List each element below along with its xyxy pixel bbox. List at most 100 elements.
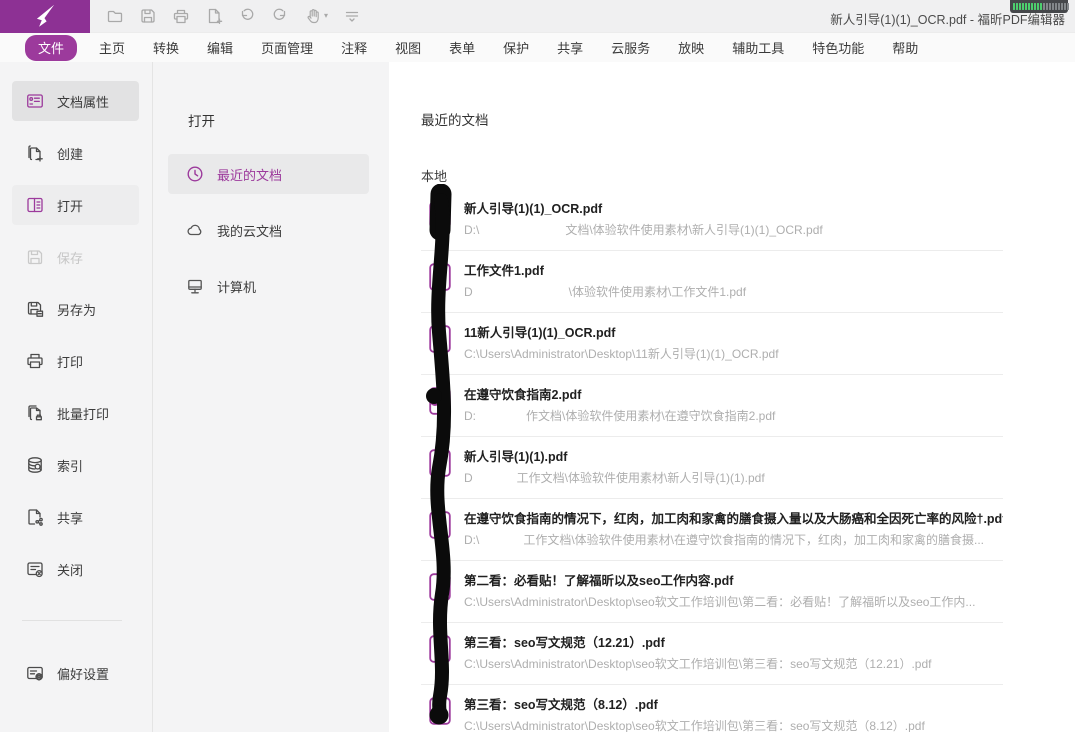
meter-bar [1031, 3, 1033, 10]
tab-help[interactable]: 帮助 [878, 34, 932, 61]
open-item-cloud-documents[interactable]: 我的云文档 [168, 210, 369, 250]
clock-icon [186, 165, 204, 183]
meter-bar [1055, 3, 1057, 10]
open-panel-title: 打开 [188, 110, 389, 130]
file-path-prefix: D: [464, 409, 476, 423]
pdf-doc-icon [429, 201, 451, 229]
sidebar-item-doc-properties[interactable]: 文档属性 [12, 81, 139, 121]
quill-icon [31, 2, 59, 30]
file-name: 在遵守饮食指南2.pdf [464, 387, 1003, 403]
redo-button[interactable] [271, 7, 289, 25]
redo-icon [271, 7, 289, 25]
sidebar-item-label: 打印 [57, 352, 83, 371]
prefs-icon [25, 663, 45, 683]
tab-presentation[interactable]: 放映 [664, 34, 718, 61]
tab-form[interactable]: 表单 [435, 34, 489, 61]
meter-bar [1037, 3, 1039, 10]
open-item-label: 最近的文档 [217, 165, 282, 184]
file-name: 11新人引导(1)(1)_OCR.pdf [464, 325, 1003, 341]
tab-cloud-services[interactable]: 云服务 [597, 34, 664, 61]
create-icon [25, 143, 45, 163]
sidebar-item-label: 偏好设置 [57, 664, 109, 683]
open-item-recent-documents[interactable]: 最近的文档 [168, 154, 369, 194]
open-item-computer[interactable]: 计算机 [168, 266, 369, 306]
file-path: C:\Users\Administrator\Desktop\seo软文工作培训… [464, 657, 1003, 671]
tab-home[interactable]: 主页 [85, 34, 139, 61]
meter-bar [1064, 3, 1066, 10]
sidebar-item-index[interactable]: 索引 [12, 445, 139, 485]
file-row[interactable]: 第三看：seo写文规范（8.12）.pdfC:\Users\Administra… [421, 685, 1003, 732]
file-name: 第二看：必看贴！了解福昕以及seo工作内容.pdf [464, 573, 1003, 589]
file-row[interactable]: 在遵守饮食指南的情况下，红肉，加工肉和家禽的膳食摄入量以及大肠癌和全因死亡率的风… [421, 499, 1003, 561]
print-button[interactable] [172, 7, 190, 25]
tab-edit[interactable]: 编辑 [193, 34, 247, 61]
meter-bar [1043, 3, 1045, 10]
save-as-icon [25, 299, 45, 319]
sidebar-item-create[interactable]: 创建 [12, 133, 139, 173]
file-path-rest: 工作文档\体验软件使用素材\在遵守饮食指南的情况下，红肉，加工肉和家禽的膳食摄.… [523, 533, 984, 547]
open-icon [25, 195, 45, 215]
sidebar-item-save-as[interactable]: 另存为 [12, 289, 139, 329]
open-item-label: 我的云文档 [217, 221, 282, 240]
pdf-doc-icon [429, 325, 451, 353]
sidebar-item-label: 批量打印 [57, 404, 109, 423]
file-path-rest: 文档\体验软件使用素材\新人引导(1)(1)_OCR.pdf [565, 223, 822, 237]
sidebar-item-label: 另存为 [57, 300, 96, 319]
file-row[interactable]: 第三看：seo写文规范（12.21）.pdfC:\Users\Administr… [421, 623, 1003, 685]
save-button[interactable] [139, 7, 157, 25]
tab-protect[interactable]: 保护 [489, 34, 543, 61]
sidebar-item-label: 索引 [57, 456, 83, 475]
sidebar-item-batch-print[interactable]: 批量打印 [12, 393, 139, 433]
meter-bar [1022, 3, 1024, 10]
file-path: C:\Users\Administrator\Desktop\seo软文工作培训… [464, 595, 1003, 609]
file-row[interactable]: 第二看：必看贴！了解福昕以及seo工作内容.pdf C:\Users\Admini… [421, 561, 1003, 623]
undo-button[interactable] [238, 7, 256, 25]
file-row[interactable]: 在遵守饮食指南2.pdf D:作文档\体验软件使用素材\在遵守饮食指南2.pdf [421, 375, 1003, 437]
meter-bar [1025, 3, 1027, 10]
file-row[interactable]: 工作文件1.pdfD\体验软件使用素材\工作文件1.pdf [421, 251, 1003, 313]
hand-icon [304, 7, 322, 25]
hand-tool-button[interactable]: ▾ [304, 7, 328, 25]
cloud-icon [186, 221, 204, 239]
file-row[interactable]: 新人引导(1)(1)_OCR.pdfD:\文档\体验软件使用素材\新人引导(1)… [421, 189, 1003, 251]
tab-comment[interactable]: 注释 [327, 34, 381, 61]
tab-share[interactable]: 共享 [543, 34, 597, 61]
sidebar-item-print[interactable]: 打印 [12, 341, 139, 381]
file-row[interactable]: 11新人引导(1)(1)_OCR.pdfC:\Users\Administrat… [421, 313, 1003, 375]
open-file-button[interactable] [106, 7, 124, 25]
tab-view[interactable]: 视图 [381, 34, 435, 61]
tab-accessibility[interactable]: 辅助工具 [718, 34, 798, 61]
customize-toolbar-button[interactable] [343, 7, 361, 25]
sidebar-divider [22, 620, 122, 621]
sidebar-item-label: 关闭 [57, 560, 83, 579]
quick-access-toolbar: ▾ [106, 7, 361, 25]
sidebar-item-share[interactable]: 共享 [12, 497, 139, 537]
title-bar: ▾ 新人引导(1)(1)_OCR.pdf - 福昕PDF编辑器 [0, 0, 1075, 33]
tab-file[interactable]: 文件 [25, 35, 77, 61]
new-doc-icon [205, 7, 223, 25]
tab-special-features[interactable]: 特色功能 [798, 34, 878, 61]
recent-file-list: 新人引导(1)(1)_OCR.pdfD:\文档\体验软件使用素材\新人引导(1)… [421, 189, 1003, 732]
file-path: D:作文档\体验软件使用素材\在遵守饮食指南2.pdf [464, 409, 1003, 423]
printer-big-icon [25, 351, 45, 371]
file-row[interactable]: 新人引导(1)(1).pdfD工作文档\体验软件使用素材\新人引导(1)(1).… [421, 437, 1003, 499]
pdf-doc-badge-icon [429, 387, 451, 415]
pdf-doc-icon [429, 635, 451, 663]
file-name: 工作文件1.pdf [464, 263, 1003, 279]
share-doc-icon [25, 507, 45, 527]
file-name: 新人引导(1)(1)_OCR.pdf [464, 201, 1003, 217]
new-doc-button[interactable] [205, 7, 223, 25]
sidebar-item-label: 创建 [57, 144, 83, 163]
level-meter-widget [1010, 0, 1068, 13]
file-path: D工作文档\体验软件使用素材\新人引导(1)(1).pdf [464, 471, 1003, 485]
tab-page-organize[interactable]: 页面管理 [247, 34, 327, 61]
sidebar-item-close[interactable]: 关闭 [12, 549, 139, 589]
tab-convert[interactable]: 转换 [139, 34, 193, 61]
sidebar-item-preferences[interactable]: 偏好设置 [12, 653, 139, 693]
undo-icon [238, 7, 256, 25]
pdf-doc-icon [429, 511, 451, 539]
sidebar-item-open[interactable]: 打开 [12, 185, 139, 225]
redacted-gap [476, 419, 526, 420]
file-path-rest: 工作文档\体验软件使用素材\新人引导(1)(1).pdf [517, 471, 765, 485]
file-path: D:\工作文档\体验软件使用素材\在遵守饮食指南的情况下，红肉，加工肉和家禽的膳… [464, 533, 1003, 547]
